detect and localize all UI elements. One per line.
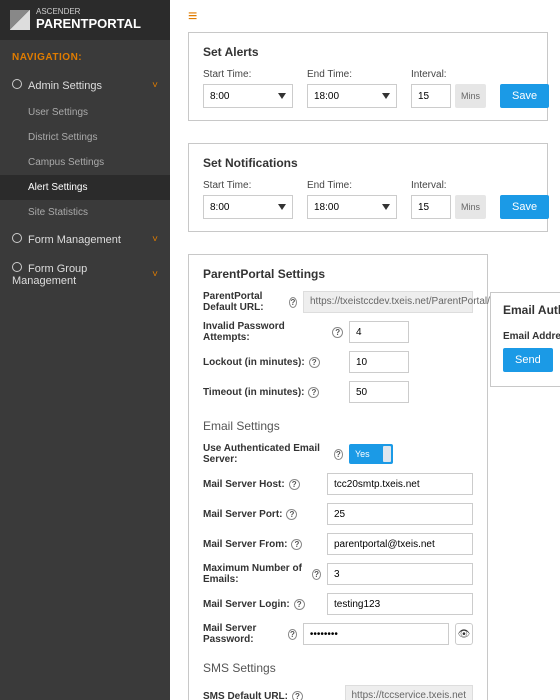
auth-server-toggle[interactable]: Yes	[349, 444, 393, 464]
mail-login-label: Mail Server Login:	[203, 599, 290, 610]
max-emails-input[interactable]	[327, 563, 473, 585]
toggle-knob	[383, 446, 391, 462]
sidebar-sub-campus-settings[interactable]: Campus Settings	[0, 150, 170, 175]
lockout-input[interactable]	[349, 351, 409, 373]
mail-port-input[interactable]	[327, 503, 473, 525]
gear-icon	[12, 262, 22, 272]
sidebar-sub-user-settings[interactable]: User Settings	[0, 100, 170, 125]
interval-unit: Mins	[455, 195, 486, 219]
timeout-input[interactable]	[349, 381, 409, 403]
info-icon[interactable]: ?	[292, 691, 303, 700]
save-button[interactable]: Save	[500, 195, 549, 219]
sidebar-sub-alert-settings[interactable]: Alert Settings	[0, 175, 170, 200]
sidebar: ASCENDER PARENTPORTAL NAVIGATION: Admin …	[0, 0, 170, 700]
sidebar-item-label: Form Management	[28, 234, 121, 246]
sidebar-item-label: Form Group Management	[12, 263, 87, 287]
sidebar-item-form-group-management[interactable]: Form Group Management ˅	[0, 254, 170, 295]
end-time-select[interactable]: 18:00	[307, 84, 397, 108]
timeout-label: Timeout (in minutes):	[203, 387, 304, 398]
lockout-label: Lockout (in minutes):	[203, 357, 305, 368]
sms-url-value: https://tccservice.txeis.net	[345, 685, 474, 700]
interval-input[interactable]	[411, 84, 451, 108]
interval-input[interactable]	[411, 195, 451, 219]
email-authentication-panel: Email Authentication Email Address: Send	[490, 292, 560, 387]
email-settings-heading: Email Settings	[203, 419, 473, 433]
sidebar-sub-district-settings[interactable]: District Settings	[0, 125, 170, 150]
mail-login-input[interactable]	[327, 593, 473, 615]
interval-unit: Mins	[455, 84, 486, 108]
mail-host-label: Mail Server Host:	[203, 479, 285, 490]
sms-settings-heading: SMS Settings	[203, 661, 473, 675]
parentportal-settings-panel: ParentPortal Settings ParentPortal Defau…	[188, 254, 488, 700]
interval-label: Interval:	[411, 180, 486, 191]
interval-label: Interval:	[411, 69, 486, 80]
mail-port-label: Mail Server Port:	[203, 509, 282, 520]
end-time-label: End Time:	[307, 69, 397, 80]
start-time-select[interactable]: 8:00	[203, 84, 293, 108]
sms-url-label: SMS Default URL:	[203, 691, 288, 700]
info-icon[interactable]: ?	[286, 509, 297, 520]
main-content: ≡ Set Alerts Start Time: 8:00 End Time: …	[170, 0, 560, 700]
start-time-label: Start Time:	[203, 69, 293, 80]
panel-title: ParentPortal Settings	[203, 267, 473, 281]
chevron-down-icon: ˅	[152, 269, 158, 280]
mail-password-label: Mail Server Password:	[203, 623, 284, 645]
set-notifications-panel: Set Notifications Start Time: 8:00 End T…	[188, 143, 548, 232]
info-icon[interactable]: ?	[294, 599, 305, 610]
eye-icon[interactable]: 👁	[455, 623, 473, 645]
menu-toggle-icon[interactable]: ≡	[188, 8, 197, 26]
info-icon[interactable]: ?	[289, 297, 297, 308]
start-time-select[interactable]: 8:00	[203, 195, 293, 219]
brand-logo-icon	[10, 10, 30, 30]
mail-from-input[interactable]	[327, 533, 473, 555]
info-icon[interactable]: ?	[312, 569, 321, 580]
save-button[interactable]: Save	[500, 84, 549, 108]
info-icon[interactable]: ?	[288, 629, 297, 640]
send-button[interactable]: Send	[503, 348, 553, 372]
brand: ASCENDER PARENTPORTAL	[0, 0, 170, 40]
panel-title: Set Notifications	[203, 156, 533, 170]
info-icon[interactable]: ?	[309, 357, 320, 368]
sidebar-sub-site-statistics[interactable]: Site Statistics	[0, 200, 170, 225]
start-time-label: Start Time:	[203, 180, 293, 191]
end-time-select[interactable]: 18:00	[307, 195, 397, 219]
invalid-attempts-input[interactable]	[349, 321, 409, 343]
default-url-value: https://txeistccdev.txeis.net/ParentPort…	[303, 291, 473, 313]
info-icon[interactable]: ?	[332, 327, 343, 338]
info-icon[interactable]: ?	[291, 539, 302, 550]
set-alerts-panel: Set Alerts Start Time: 8:00 End Time: 18…	[188, 32, 548, 121]
info-icon[interactable]: ?	[289, 479, 300, 490]
gear-icon	[12, 79, 22, 89]
mail-password-input[interactable]	[303, 623, 449, 645]
info-icon[interactable]: ?	[334, 449, 343, 460]
info-icon[interactable]: ?	[308, 387, 319, 398]
mail-host-input[interactable]	[327, 473, 473, 495]
panel-title: Set Alerts	[203, 45, 533, 59]
chevron-down-icon: ˅	[152, 234, 158, 245]
chevron-down-icon: ˅	[152, 80, 158, 91]
end-time-label: End Time:	[307, 180, 397, 191]
gear-icon	[12, 233, 22, 243]
brand-name: PARENTPORTAL	[36, 16, 141, 31]
sidebar-item-label: Admin Settings	[28, 80, 102, 92]
sidebar-item-admin-settings[interactable]: Admin Settings ˅	[0, 71, 170, 100]
default-url-label: ParentPortal Default URL:	[203, 291, 285, 313]
nav-heading: NAVIGATION:	[0, 40, 170, 71]
invalid-attempts-label: Invalid Password Attempts:	[203, 321, 328, 343]
panel-title: Email Authentication	[503, 303, 560, 317]
auth-server-label: Use Authenticated Email Server:	[203, 443, 330, 465]
email-address-label: Email Address:	[503, 331, 560, 342]
mail-from-label: Mail Server From:	[203, 539, 287, 550]
sidebar-item-form-management[interactable]: Form Management ˅	[0, 225, 170, 254]
max-emails-label: Maximum Number of Emails:	[203, 563, 308, 585]
